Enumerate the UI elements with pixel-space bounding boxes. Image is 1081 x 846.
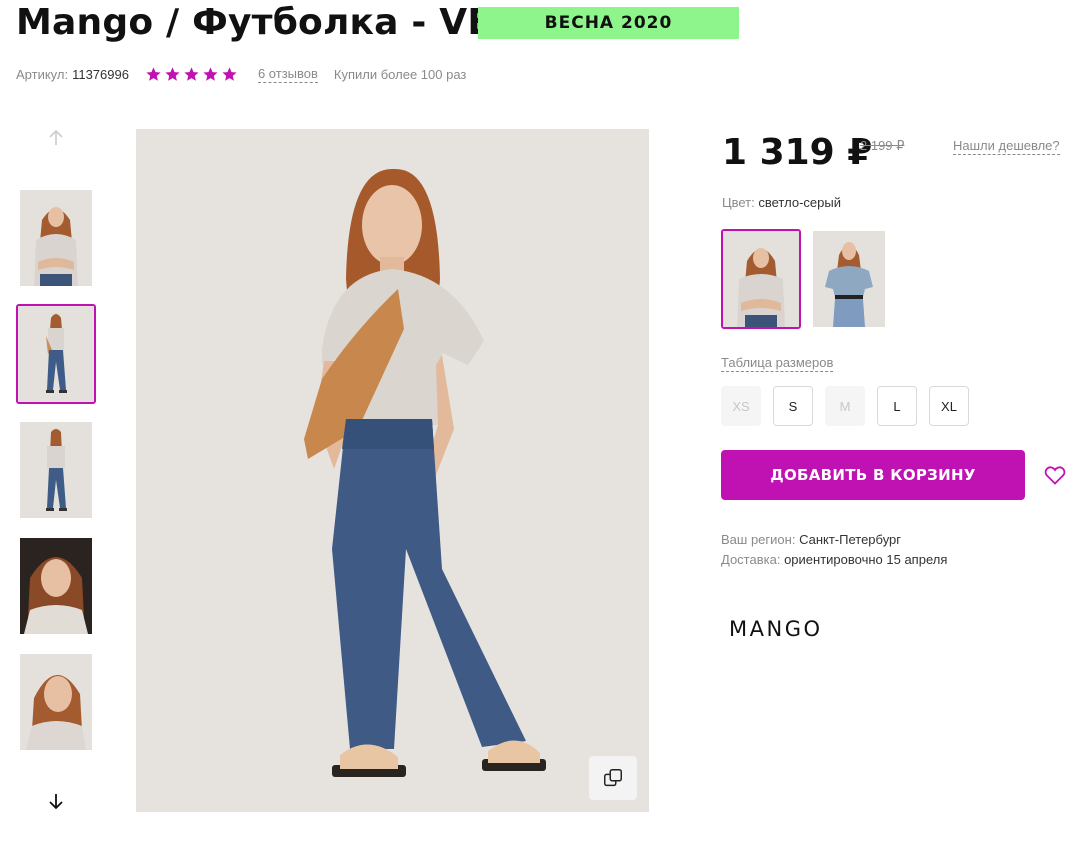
delivery-row: Доставка: ориентировочно 15 апреля	[721, 550, 947, 570]
star-icon	[146, 66, 161, 81]
rating-stars	[145, 66, 238, 83]
season-badge: ВЕСНА 2020	[478, 7, 739, 39]
product-title: Mango / Футболка - VERI	[16, 2, 534, 43]
size-selector: XS S M L XL	[721, 386, 969, 426]
size-option-xs[interactable]: XS	[721, 386, 761, 426]
size-option-s[interactable]: S	[773, 386, 813, 426]
color-swatch-blue[interactable]	[813, 231, 885, 327]
model-photo-image	[20, 190, 92, 286]
model-photo-image	[18, 306, 94, 402]
product-meta: Артикул: 11376996 6 отзывов Купили более…	[16, 64, 466, 84]
bought-count: Купили более 100 раз	[333, 66, 467, 82]
gallery-thumbnail-active[interactable]	[16, 304, 96, 404]
model-photo-image	[136, 129, 649, 812]
gallery-thumbnail[interactable]	[20, 538, 92, 634]
delivery-value: ориентировочно 15 апреля	[784, 552, 948, 567]
old-price: 2 199 ₽	[860, 138, 905, 153]
size-option-m[interactable]: M	[825, 386, 865, 426]
size-option-l[interactable]: L	[877, 386, 917, 426]
arrow-up-icon[interactable]	[44, 126, 68, 150]
sku-label: Артикул:	[16, 66, 69, 82]
model-photo-image	[20, 654, 92, 750]
region-label: Ваш регион:	[721, 532, 796, 547]
size-chart-link[interactable]: Таблица размеров	[721, 355, 834, 372]
delivery-label: Доставка:	[721, 552, 781, 567]
zoom-button[interactable]	[589, 756, 637, 800]
add-to-cart-button[interactable]: ДОБАВИТЬ В КОРЗИНУ	[721, 450, 1025, 500]
color-label-text: Цвет:	[722, 195, 755, 210]
color-label: Цвет: светло-серый	[722, 195, 841, 210]
delivery-info: Ваш регион: Санкт-Петербург Доставка: ор…	[721, 530, 947, 570]
gallery-thumbnail[interactable]	[20, 654, 92, 750]
gallery-thumbnail[interactable]	[20, 190, 92, 286]
heart-icon[interactable]	[1043, 463, 1067, 487]
star-icon	[165, 66, 180, 81]
found-cheaper-link[interactable]: Нашли дешевле?	[953, 138, 1060, 155]
main-product-image[interactable]	[136, 129, 649, 812]
arrow-down-icon[interactable]	[44, 789, 68, 813]
color-swatch-light-grey[interactable]	[721, 229, 801, 329]
color-value: светло-серый	[758, 195, 841, 210]
current-price: 1 319 ₽	[722, 132, 873, 173]
model-photo-image	[20, 422, 92, 518]
region-row: Ваш регион: Санкт-Петербург	[721, 530, 947, 550]
size-option-xl[interactable]: XL	[929, 386, 969, 426]
model-photo-image	[20, 538, 92, 634]
star-icon	[222, 66, 237, 81]
region-value[interactable]: Санкт-Петербург	[799, 532, 901, 547]
sku-value: 11376996	[72, 66, 129, 82]
star-icon	[184, 66, 199, 81]
brand-logo[interactable]: MANGO	[729, 617, 823, 641]
reviews-link[interactable]: 6 отзывов	[257, 66, 318, 83]
gallery-thumbnail[interactable]	[20, 422, 92, 518]
star-icon	[203, 66, 218, 81]
model-photo-image	[723, 231, 799, 327]
copy-expand-icon	[604, 769, 622, 787]
model-photo-image	[813, 231, 885, 327]
